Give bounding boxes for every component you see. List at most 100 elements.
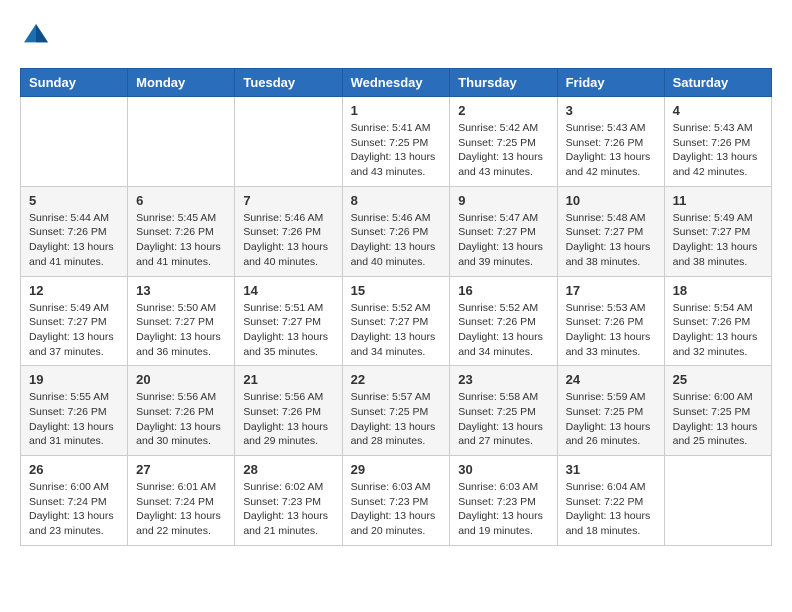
day-header-sunday: Sunday (21, 69, 128, 97)
calendar-cell: 31Sunrise: 6:04 AM Sunset: 7:22 PM Dayli… (557, 456, 664, 546)
day-info: Sunrise: 5:56 AM Sunset: 7:26 PM Dayligh… (243, 390, 333, 449)
calendar-cell: 23 Sunrise: 5:58 AM Sunset: 7:25 PM Dayli… (450, 366, 557, 456)
day-number: 25 (673, 372, 763, 387)
day-info: Sunrise: 6:00 AM Sunset: 7:25 PM Dayligh… (673, 390, 763, 449)
day-number: 7 (243, 193, 333, 208)
day-number: 16 (458, 283, 548, 298)
calendar-cell: 17 Sunrise: 5:53 AM Sunset: 7:26 PM Dayli… (557, 276, 664, 366)
day-number: 1 (351, 103, 442, 118)
day-info: Sunrise: 5:41 AM Sunset: 7:25 PM Dayligh… (351, 121, 442, 180)
calendar-cell: 7 Sunrise: 5:46 AM Sunset: 7:26 PM Daylig… (235, 186, 342, 276)
day-header-tuesday: Tuesday (235, 69, 342, 97)
day-info: Sunrise: 5:43 AM Sunset: 7:26 PM Dayligh… (673, 121, 763, 180)
calendar-cell: 21 Sunrise: 5:56 AM Sunset: 7:26 PM Dayli… (235, 366, 342, 456)
day-header-thursday: Thursday (450, 69, 557, 97)
calendar-cell: 15Sunrise: 5:52 AM Sunset: 7:27 PM Dayli… (342, 276, 450, 366)
day-info: Sunrise: 5:51 AM Sunset: 7:27 PM Dayligh… (243, 301, 333, 360)
calendar-cell: 26 Sunrise: 6:00 AM Sunset: 7:24 PM Dayli… (21, 456, 128, 546)
calendar-cell: 27 Sunrise: 6:01 AM Sunset: 7:24 PM Dayli… (128, 456, 235, 546)
calendar-cell (128, 97, 235, 187)
day-number: 8 (351, 193, 442, 208)
logo-icon (20, 20, 52, 52)
calendar-cell: 14 Sunrise: 5:51 AM Sunset: 7:27 PM Dayli… (235, 276, 342, 366)
day-number: 17 (566, 283, 656, 298)
day-info: Sunrise: 5:54 AM Sunset: 7:26 PM Dayligh… (673, 301, 763, 360)
week-row-1: 1 Sunrise: 5:41 AM Sunset: 7:25 PM Daylig… (21, 97, 772, 187)
day-info: Sunrise: 6:00 AM Sunset: 7:24 PM Dayligh… (29, 480, 119, 539)
day-info: Sunrise: 5:47 AM Sunset: 7:27 PM Dayligh… (458, 211, 548, 270)
day-number: 14 (243, 283, 333, 298)
day-number: 3 (566, 103, 656, 118)
day-number: 29 (351, 462, 442, 477)
day-info: Sunrise: 5:45 AM Sunset: 7:26 PM Dayligh… (136, 211, 226, 270)
week-row-4: 19Sunrise: 5:55 AM Sunset: 7:26 PM Dayli… (21, 366, 772, 456)
day-header-monday: Monday (128, 69, 235, 97)
day-info: Sunrise: 6:01 AM Sunset: 7:24 PM Dayligh… (136, 480, 226, 539)
day-info: Sunrise: 5:48 AM Sunset: 7:27 PM Dayligh… (566, 211, 656, 270)
day-number: 30 (458, 462, 548, 477)
day-header-wednesday: Wednesday (342, 69, 450, 97)
calendar-cell: 8 Sunrise: 5:46 AM Sunset: 7:26 PM Daylig… (342, 186, 450, 276)
day-info: Sunrise: 5:44 AM Sunset: 7:26 PM Dayligh… (29, 211, 119, 270)
calendar-cell: 9 Sunrise: 5:47 AM Sunset: 7:27 PM Daylig… (450, 186, 557, 276)
calendar-cell: 29 Sunrise: 6:03 AM Sunset: 7:23 PM Dayli… (342, 456, 450, 546)
day-number: 2 (458, 103, 548, 118)
page-header (20, 20, 772, 52)
day-info: Sunrise: 5:56 AM Sunset: 7:26 PM Dayligh… (136, 390, 226, 449)
day-number: 4 (673, 103, 763, 118)
header-row: SundayMondayTuesdayWednesdayThursdayFrid… (21, 69, 772, 97)
day-number: 13 (136, 283, 226, 298)
calendar-cell: 1 Sunrise: 5:41 AM Sunset: 7:25 PM Daylig… (342, 97, 450, 187)
day-info: Sunrise: 5:50 AM Sunset: 7:27 PM Dayligh… (136, 301, 226, 360)
calendar-cell: 16 Sunrise: 5:52 AM Sunset: 7:26 PM Dayli… (450, 276, 557, 366)
day-number: 22 (351, 372, 442, 387)
day-number: 10 (566, 193, 656, 208)
day-info: Sunrise: 5:57 AM Sunset: 7:25 PM Dayligh… (351, 390, 442, 449)
day-info: Sunrise: 5:49 AM Sunset: 7:27 PM Dayligh… (29, 301, 119, 360)
calendar-cell: 28Sunrise: 6:02 AM Sunset: 7:23 PM Dayli… (235, 456, 342, 546)
calendar-cell: 3 Sunrise: 5:43 AM Sunset: 7:26 PM Daylig… (557, 97, 664, 187)
calendar-cell (235, 97, 342, 187)
calendar-cell: 19Sunrise: 5:55 AM Sunset: 7:26 PM Dayli… (21, 366, 128, 456)
day-info: Sunrise: 6:03 AM Sunset: 7:23 PM Dayligh… (351, 480, 442, 539)
week-row-2: 5Sunrise: 5:44 AM Sunset: 7:26 PM Daylig… (21, 186, 772, 276)
day-number: 27 (136, 462, 226, 477)
day-number: 9 (458, 193, 548, 208)
calendar-cell: 20Sunrise: 5:56 AM Sunset: 7:26 PM Dayli… (128, 366, 235, 456)
calendar-cell: 13 Sunrise: 5:50 AM Sunset: 7:27 PM Dayli… (128, 276, 235, 366)
calendar-cell: 30 Sunrise: 6:03 AM Sunset: 7:23 PM Dayli… (450, 456, 557, 546)
day-number: 26 (29, 462, 119, 477)
day-number: 23 (458, 372, 548, 387)
calendar-cell: 6 Sunrise: 5:45 AM Sunset: 7:26 PM Daylig… (128, 186, 235, 276)
logo (20, 20, 56, 52)
day-number: 6 (136, 193, 226, 208)
day-info: Sunrise: 5:53 AM Sunset: 7:26 PM Dayligh… (566, 301, 656, 360)
calendar-table: SundayMondayTuesdayWednesdayThursdayFrid… (20, 68, 772, 546)
day-info: Sunrise: 5:46 AM Sunset: 7:26 PM Dayligh… (243, 211, 333, 270)
day-number: 18 (673, 283, 763, 298)
calendar-cell: 22 Sunrise: 5:57 AM Sunset: 7:25 PM Dayli… (342, 366, 450, 456)
calendar-cell: 25 Sunrise: 6:00 AM Sunset: 7:25 PM Dayli… (664, 366, 771, 456)
day-number: 24 (566, 372, 656, 387)
day-header-saturday: Saturday (664, 69, 771, 97)
day-info: Sunrise: 5:46 AM Sunset: 7:26 PM Dayligh… (351, 211, 442, 270)
day-info: Sunrise: 5:52 AM Sunset: 7:26 PM Dayligh… (458, 301, 548, 360)
day-number: 19 (29, 372, 119, 387)
calendar-cell: 11 Sunrise: 5:49 AM Sunset: 7:27 PM Dayli… (664, 186, 771, 276)
day-info: Sunrise: 6:03 AM Sunset: 7:23 PM Dayligh… (458, 480, 548, 539)
calendar-cell: 10 Sunrise: 5:48 AM Sunset: 7:27 PM Dayli… (557, 186, 664, 276)
day-info: Sunrise: 5:43 AM Sunset: 7:26 PM Dayligh… (566, 121, 656, 180)
calendar-cell: 4 Sunrise: 5:43 AM Sunset: 7:26 PM Daylig… (664, 97, 771, 187)
calendar-cell: 12 Sunrise: 5:49 AM Sunset: 7:27 PM Dayli… (21, 276, 128, 366)
day-info: Sunrise: 5:49 AM Sunset: 7:27 PM Dayligh… (673, 211, 763, 270)
week-row-5: 26 Sunrise: 6:00 AM Sunset: 7:24 PM Dayli… (21, 456, 772, 546)
day-info: Sunrise: 5:59 AM Sunset: 7:25 PM Dayligh… (566, 390, 656, 449)
calendar-cell (21, 97, 128, 187)
day-number: 21 (243, 372, 333, 387)
calendar-cell: 5Sunrise: 5:44 AM Sunset: 7:26 PM Daylig… (21, 186, 128, 276)
day-number: 11 (673, 193, 763, 208)
day-number: 12 (29, 283, 119, 298)
day-number: 28 (243, 462, 333, 477)
day-info: Sunrise: 5:58 AM Sunset: 7:25 PM Dayligh… (458, 390, 548, 449)
calendar-cell: 2Sunrise: 5:42 AM Sunset: 7:25 PM Daylig… (450, 97, 557, 187)
